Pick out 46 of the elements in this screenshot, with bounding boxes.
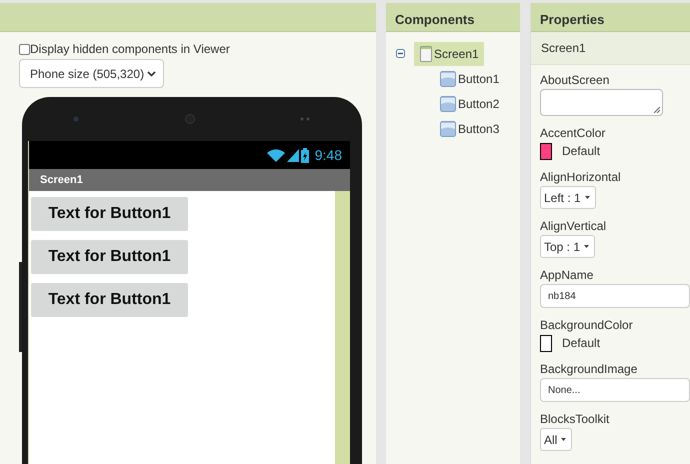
collapse-icon[interactable]: [396, 49, 405, 58]
dropdown[interactable]: Top : 1: [540, 235, 596, 258]
signal-icon: [286, 148, 299, 162]
property-label: AlignHorizontal: [540, 170, 622, 184]
size-dropdown[interactable]: Phone size (505,320): [19, 59, 164, 88]
tree-item[interactable]: Screen1: [414, 42, 484, 66]
speaker-icon: [184, 114, 194, 124]
app-button[interactable]: Text for Button1: [31, 283, 188, 317]
property-label: AboutScreen: [540, 73, 610, 87]
button-icon: [440, 120, 456, 136]
wifi-icon: [266, 148, 285, 162]
checkbox-label: Display hidden components in Viewer: [30, 42, 230, 56]
sensor-icon: [300, 117, 310, 121]
property-label: BackgroundColor: [540, 318, 634, 332]
button-icon: [440, 96, 456, 112]
caret-icon: [583, 244, 590, 249]
text-field[interactable]: None...: [540, 378, 690, 402]
dropdown[interactable]: All: [540, 428, 572, 451]
panel-title: Components: [386, 3, 520, 32]
clock-time: 9:48: [314, 147, 342, 163]
camera-icon: [73, 116, 79, 122]
tree-item[interactable]: Button3: [434, 116, 504, 140]
property-label: AccentColor: [540, 126, 606, 140]
battery-icon: [300, 148, 309, 162]
color-picker[interactable]: Default: [540, 334, 690, 352]
property-label: BlocksToolkit: [540, 412, 610, 426]
screen-title: Screen1: [29, 169, 350, 191]
screen-icon: [420, 46, 432, 62]
dropdown[interactable]: Left : 1: [540, 186, 596, 209]
app-button[interactable]: Text for Button1: [31, 240, 188, 274]
panel-title: Properties: [531, 3, 690, 32]
resize-grip-icon: [653, 106, 660, 113]
text-field[interactable]: nb184: [540, 284, 690, 308]
chevron-icon: [147, 70, 156, 76]
component-name: Screen1: [531, 32, 690, 65]
color-picker[interactable]: Default: [540, 142, 690, 160]
property-label: AppName: [540, 268, 594, 282]
tree-item[interactable]: Button2: [434, 92, 504, 116]
caret-icon: [584, 195, 591, 200]
app-button[interactable]: Text for Button1: [31, 197, 188, 231]
tree-item[interactable]: Button1: [434, 66, 504, 90]
property-label: BackgroundImage: [540, 362, 638, 376]
property-label: AlignVertical: [540, 219, 608, 233]
checkbox[interactable]: [19, 44, 30, 54]
button-icon: [440, 70, 456, 86]
caret-icon: [560, 437, 568, 442]
